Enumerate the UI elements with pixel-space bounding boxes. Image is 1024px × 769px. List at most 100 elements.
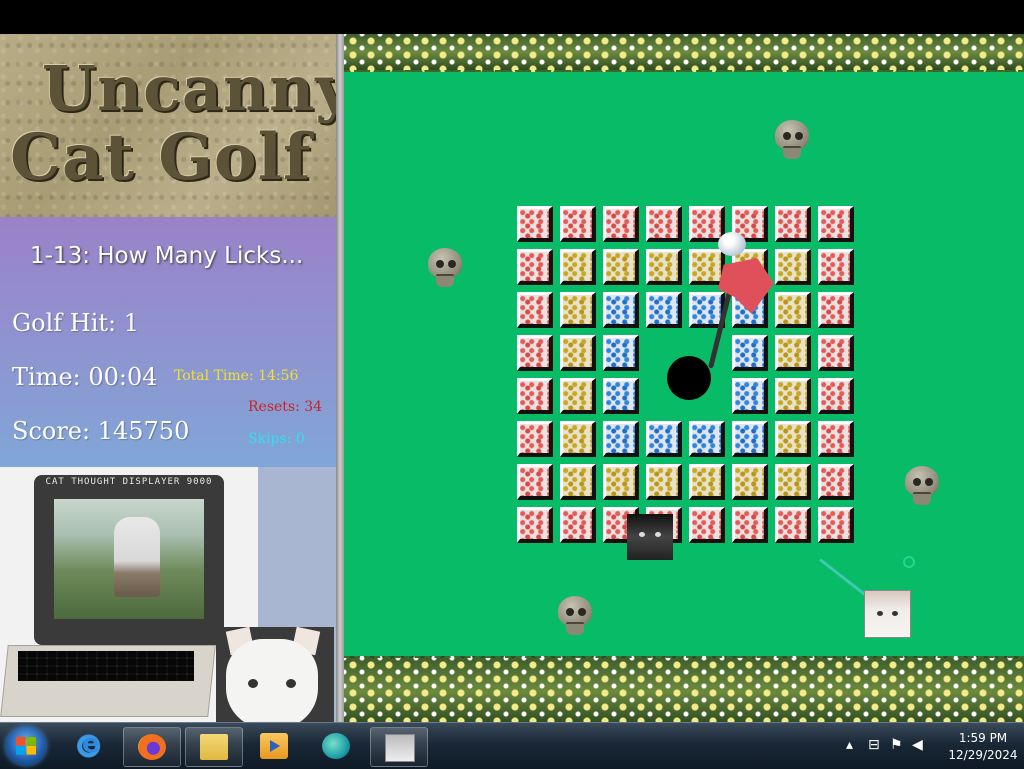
keyboard-keys xyxy=(18,651,194,681)
cat-eye xyxy=(892,611,898,616)
screen-cat-image xyxy=(114,517,160,597)
board-tile xyxy=(560,206,596,242)
flower-border-bottom xyxy=(344,656,1024,722)
taskbar-media-button[interactable] xyxy=(246,727,302,765)
flag-ball-top xyxy=(718,232,746,256)
golf-field[interactable] xyxy=(344,34,1024,722)
board-tile xyxy=(732,421,768,457)
board-tile xyxy=(560,378,596,414)
aim-reticle xyxy=(903,556,915,568)
flower-border-top xyxy=(344,34,1024,72)
board-tile xyxy=(732,507,768,543)
board-tile xyxy=(517,206,553,242)
panel-divider xyxy=(336,34,344,724)
uncanny-cat-golf-icon xyxy=(385,734,415,762)
game-side-panel: Uncanny Cat Golf 1-13: How Many Licks...… xyxy=(0,34,336,724)
internet-explorer-icon xyxy=(76,729,104,759)
board-tile xyxy=(560,507,596,543)
board-tile xyxy=(775,292,811,328)
system-tray: ▴ ⊟ ⚑ ◀ 1:59 PM 12/29/2024 xyxy=(842,729,1022,763)
skull-icon xyxy=(773,120,811,159)
board-tile xyxy=(775,206,811,242)
board-tile xyxy=(646,292,682,328)
board-tile xyxy=(818,378,854,414)
board-tile xyxy=(517,335,553,371)
media-player-icon xyxy=(260,733,288,759)
skull-icon xyxy=(556,596,594,635)
level-title: 1-13: How Many Licks... xyxy=(30,243,304,269)
golf-hole xyxy=(667,356,711,400)
level-timer: Time: 00:04 xyxy=(12,363,158,391)
board-tile xyxy=(517,464,553,500)
board-tile xyxy=(689,421,725,457)
board-tile xyxy=(603,378,639,414)
board-tile xyxy=(603,249,639,285)
resets-counter: Resets: 34 xyxy=(248,399,323,415)
cat-eye xyxy=(877,611,883,616)
network-icon[interactable]: ⊟ xyxy=(868,737,880,753)
cat-thought-displayer-area: CAT THOUGHT DISPLAYER 9000 xyxy=(0,467,336,724)
skips-counter: Skips: 0 xyxy=(248,431,305,447)
volume-muted-icon[interactable]: ◀ xyxy=(912,737,923,753)
action-center-flag-icon[interactable]: ⚑ xyxy=(890,737,903,753)
board-tile xyxy=(775,249,811,285)
taskbar-edge-button[interactable] xyxy=(308,727,364,765)
board-tile xyxy=(818,292,854,328)
board-tile xyxy=(818,206,854,242)
folder-icon xyxy=(200,734,228,760)
skull-icon xyxy=(426,248,464,287)
firefox-icon xyxy=(138,734,166,760)
board-tile xyxy=(818,507,854,543)
cat-eye xyxy=(286,679,296,688)
clock-time[interactable]: 1:59 PM xyxy=(942,731,1024,745)
dark-cat-obstacle xyxy=(627,514,673,560)
board-tile xyxy=(603,206,639,242)
board-tile xyxy=(560,335,596,371)
board-tile xyxy=(689,507,725,543)
board-tile xyxy=(603,421,639,457)
board-tile xyxy=(818,464,854,500)
total-time: Total Time: 14:56 xyxy=(174,368,299,384)
board-tile xyxy=(775,378,811,414)
logo-line-1: Uncanny xyxy=(42,52,336,125)
board-tile xyxy=(689,249,725,285)
board-tile xyxy=(775,464,811,500)
cat-eye xyxy=(248,679,258,688)
cat-ball[interactable] xyxy=(864,590,911,638)
board-tile xyxy=(603,464,639,500)
start-button[interactable] xyxy=(6,727,46,765)
edge-icon xyxy=(322,733,350,759)
board-tile xyxy=(646,206,682,242)
top-black-bar xyxy=(0,0,1024,34)
board-tile xyxy=(603,335,639,371)
taskbar-game-button[interactable] xyxy=(370,727,428,767)
board-tile xyxy=(560,421,596,457)
cat-face xyxy=(226,639,318,724)
taskbar-ie-button[interactable] xyxy=(62,727,118,765)
board-tile xyxy=(560,464,596,500)
show-hidden-icons-icon[interactable]: ▴ xyxy=(846,737,853,753)
cat-eye xyxy=(655,532,661,537)
clock-date[interactable]: 12/29/2024 xyxy=(942,748,1024,762)
cat-webcam-image xyxy=(216,626,334,724)
taskbar-firefox-button[interactable] xyxy=(123,727,181,767)
hud: 1-13: How Many Licks... Golf Hit: 1 Time… xyxy=(0,217,336,467)
crt-monitor: CAT THOUGHT DISPLAYER 9000 xyxy=(34,475,224,645)
board-tile xyxy=(646,464,682,500)
logo-line-2: Cat Golf xyxy=(10,120,312,195)
board-tile xyxy=(646,249,682,285)
crt-screen-image xyxy=(54,499,204,619)
board-tile xyxy=(775,507,811,543)
board-tile xyxy=(775,421,811,457)
board-tile xyxy=(732,464,768,500)
board-tile xyxy=(646,421,682,457)
game-logo: Uncanny Cat Golf xyxy=(0,34,336,217)
taskbar: ▴ ⊟ ⚑ ◀ 1:59 PM 12/29/2024 xyxy=(0,722,1024,769)
board-tile xyxy=(560,249,596,285)
score: Score: 145750 xyxy=(12,417,190,445)
board-tile xyxy=(603,292,639,328)
skull-icon xyxy=(903,466,941,505)
taskbar-explorer-button[interactable] xyxy=(185,727,243,767)
board-tile xyxy=(517,249,553,285)
board-tile xyxy=(775,335,811,371)
